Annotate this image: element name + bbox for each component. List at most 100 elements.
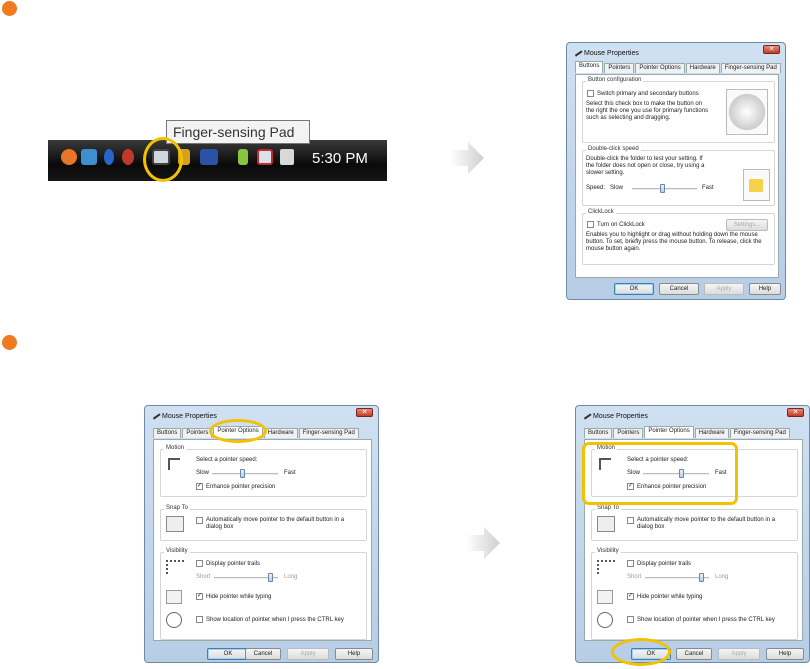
tab-finger-sensing-pad[interactable]: Finger-sensing Pad [298, 428, 359, 438]
hide-pointer-icon [166, 590, 182, 604]
slider-thumb[interactable] [699, 573, 704, 582]
tab-panel: Motion Select a pointer speed: Slow Fast… [153, 439, 372, 641]
apply-button[interactable]: Apply [287, 648, 329, 660]
tooltip: Finger-sensing Pad [166, 120, 310, 144]
show-location-label: Show location of pointer when I press th… [637, 617, 775, 623]
show-location-icon [597, 612, 613, 628]
snap-to-checkbox[interactable] [627, 517, 634, 524]
cancel-button[interactable]: Cancel [676, 648, 712, 660]
mouse-icon [571, 45, 583, 57]
step-1-marker [2, 1, 17, 16]
enhance-label: Enhance pointer precision [206, 484, 276, 490]
hide-pointer-icon [597, 590, 613, 604]
pointer-speed-icon [168, 458, 180, 470]
tab-buttons[interactable]: Buttons [575, 61, 604, 73]
arrow-right-icon [450, 142, 484, 174]
tab-buttons[interactable]: Buttons [153, 428, 182, 438]
snap-to-label: Automatically move pointer to the defaul… [206, 517, 345, 530]
help-button[interactable]: Help [335, 648, 373, 660]
switch-label: Switch primary and secondary buttons [597, 91, 699, 97]
cancel-button[interactable]: Cancel [659, 283, 699, 295]
pointer-speed-slider[interactable] [212, 473, 278, 475]
pointer-trails-checkbox[interactable] [196, 560, 203, 567]
slow-label: Slow [196, 470, 210, 476]
long-label: Long [284, 574, 298, 580]
tab-bar: Buttons Pointers Pointer Options Hardwar… [584, 426, 791, 438]
slider-thumb[interactable] [660, 184, 665, 193]
snap-to-checkbox[interactable] [196, 517, 203, 524]
short-label: Short [627, 574, 642, 580]
taskbar: 5:30 PM [48, 140, 387, 181]
tab-finger-sensing-pad[interactable]: Finger-sensing Pad [729, 428, 790, 438]
pointer-trails-icon [166, 560, 184, 574]
show-location-checkbox[interactable] [196, 616, 203, 623]
volume-icon[interactable] [280, 149, 294, 165]
long-label: Long [715, 574, 729, 580]
help-button[interactable]: Help [749, 283, 781, 295]
short-label: Short [196, 574, 211, 580]
switch-desc: Select this check box to make the button… [586, 101, 709, 121]
show-location-label: Show location of pointer when I press th… [206, 617, 344, 623]
ok-button[interactable]: OK [614, 283, 654, 295]
bluetooth-icon[interactable] [104, 149, 114, 165]
show-location-checkbox[interactable] [627, 616, 634, 623]
tab-pointers[interactable]: Pointers [613, 428, 644, 438]
power-icon[interactable] [122, 149, 134, 165]
group-label: Snap To [164, 505, 190, 511]
pointer-trails-checkbox[interactable] [627, 560, 634, 567]
slider-thumb[interactable] [268, 573, 273, 582]
trails-label: Display pointer trails [637, 561, 692, 567]
tab-buttons[interactable]: Buttons [584, 428, 613, 438]
close-button[interactable]: ✕ [356, 408, 373, 417]
pointer-trails-icon [597, 560, 615, 574]
ok-button[interactable]: OK [207, 648, 249, 660]
motion-highlight [582, 442, 738, 505]
tab-hardware[interactable]: Hardware [694, 428, 729, 438]
slider-thumb[interactable] [240, 469, 245, 478]
monitor-icon[interactable] [200, 149, 218, 165]
tab-hardware[interactable]: Hardware [263, 428, 298, 438]
tab-pointer-options[interactable]: Pointer Options [644, 426, 694, 438]
fast-label: Fast [702, 185, 714, 191]
group-label: Snap To [595, 505, 621, 511]
fast-label: Fast [284, 470, 296, 476]
tab-hardware[interactable]: Hardware [685, 63, 720, 73]
apply-button[interactable]: Apply [718, 648, 760, 660]
close-button[interactable]: ✕ [787, 408, 804, 417]
clicklock-checkbox[interactable] [587, 221, 594, 228]
clock[interactable]: 5:30 PM [312, 150, 368, 167]
trails-label: Display pointer trails [206, 561, 261, 567]
network-icon[interactable] [81, 149, 97, 165]
group-label: Double-click speed [586, 146, 641, 152]
mouse-icon [580, 408, 592, 420]
double-desc: Double-click the folder to test your set… [586, 156, 705, 176]
snap-to-label: Automatically move pointer to the defaul… [637, 517, 776, 530]
ok-button-highlight [611, 638, 671, 666]
close-button[interactable]: ✕ [763, 45, 780, 54]
cancel-button[interactable]: Cancel [245, 648, 281, 660]
group-label: Visibility [164, 548, 190, 554]
help-button[interactable]: Help [766, 648, 804, 660]
apply-button[interactable]: Apply [704, 283, 744, 295]
hide-pointer-checkbox[interactable]: ✓ [627, 593, 634, 600]
clicklock-label: Turn on ClickLock [597, 222, 645, 228]
switch-buttons-checkbox[interactable] [587, 90, 594, 97]
mouse-icon [149, 408, 161, 420]
window-title: Mouse Properties [580, 408, 648, 420]
battery-icon[interactable] [238, 149, 248, 165]
tab-pointer-options[interactable]: Pointer Options [635, 63, 685, 73]
mouse-properties-window: Mouse Properties ✕ Buttons Pointers Poin… [566, 42, 786, 300]
group-label: Button configuration [586, 77, 644, 83]
security-icon[interactable] [61, 149, 77, 165]
pointer-options-tab-highlight [209, 419, 267, 443]
tab-bar: Buttons Pointers Pointer Options Hardwar… [575, 61, 782, 73]
tab-finger-sensing-pad[interactable]: Finger-sensing Pad [720, 63, 781, 73]
tab-pointers[interactable]: Pointers [604, 63, 635, 73]
settings-button[interactable]: Settings... [726, 219, 768, 231]
step-2-marker [2, 335, 17, 350]
hide-pointer-checkbox[interactable]: ✓ [196, 593, 203, 600]
enhance-precision-checkbox[interactable]: ✓ [196, 483, 203, 490]
tab-pointers[interactable]: Pointers [182, 428, 213, 438]
network-status-icon[interactable] [257, 149, 273, 165]
group-label: Motion [164, 445, 187, 451]
